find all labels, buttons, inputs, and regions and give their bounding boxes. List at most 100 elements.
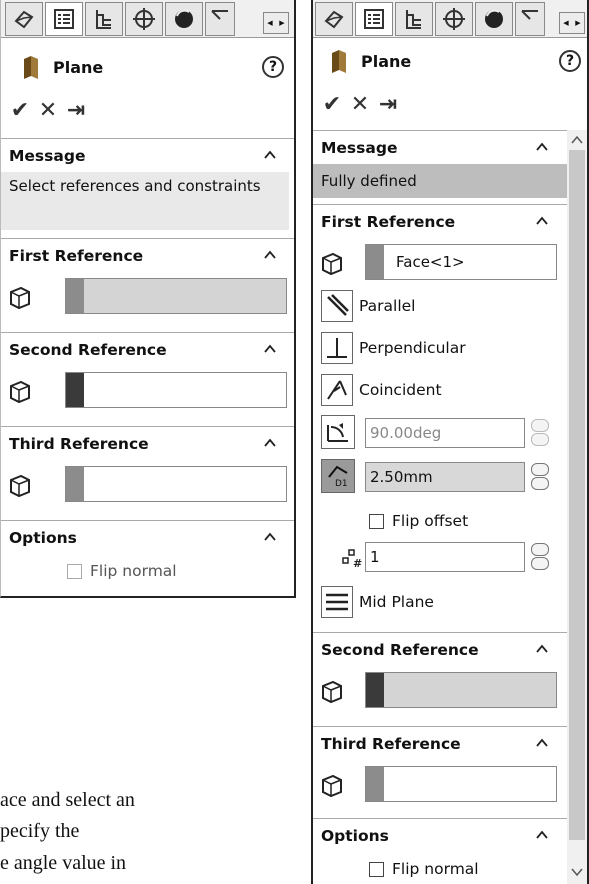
first-reference-label: First Reference: [321, 212, 456, 231]
parallel-option[interactable]: Parallel: [321, 288, 415, 324]
angle-input[interactable]: 90.00deg: [365, 418, 525, 448]
tab-scroll-arrows[interactable]: ◀ ▶: [559, 12, 585, 34]
angle-icon[interactable]: [321, 415, 355, 449]
second-reference-selection-box[interactable]: [65, 372, 287, 408]
tab-cam-manager[interactable]: [515, 2, 545, 36]
scroll-left-icon[interactable]: ◀: [560, 13, 572, 33]
mid-plane-option[interactable]: Mid Plane: [321, 584, 434, 620]
scroll-left-icon[interactable]: ◀: [264, 13, 276, 33]
collapse-chevron-icon[interactable]: [263, 530, 277, 544]
flip-offset-checkbox-row[interactable]: Flip offset: [369, 512, 468, 530]
options-header-label: Options: [9, 528, 77, 547]
first-reference-selection-box[interactable]: Face<1>: [365, 244, 557, 280]
second-reference-label: Second Reference: [321, 640, 479, 659]
flip-normal-checkbox-row[interactable]: Flip normal: [369, 860, 479, 878]
second-reference-header[interactable]: Second Reference: [313, 632, 567, 666]
collapse-chevron-icon[interactable]: [535, 736, 549, 750]
spin-down-icon[interactable]: [531, 433, 549, 446]
third-reference-row: [1, 464, 294, 504]
mid-plane-icon[interactable]: [321, 586, 353, 618]
vertical-scrollbar[interactable]: [567, 130, 587, 884]
options-section-header[interactable]: Options: [1, 520, 294, 554]
spin-down-icon[interactable]: [531, 557, 549, 570]
tab-dimxpert-manager[interactable]: [435, 2, 473, 36]
flip-offset-checkbox[interactable]: [369, 513, 384, 529]
angle-spinner[interactable]: [531, 418, 551, 448]
first-reference-header[interactable]: First Reference: [313, 204, 567, 238]
scroll-right-icon[interactable]: ▶: [276, 13, 288, 33]
ok-button[interactable]: ✔: [9, 100, 31, 122]
options-section-header[interactable]: Options: [313, 818, 567, 852]
manager-tabs: ◀ ▶: [313, 0, 587, 38]
perpendicular-option[interactable]: Perpendicular: [321, 330, 466, 366]
flip-normal-checkbox[interactable]: [369, 861, 384, 877]
ok-button[interactable]: ✔: [321, 94, 343, 116]
collapse-chevron-icon[interactable]: [535, 642, 549, 656]
coincident-option[interactable]: Coincident: [321, 372, 442, 408]
collapse-chevron-icon[interactable]: [535, 140, 549, 154]
manager-tabs: ◀ ▶: [1, 0, 294, 38]
tab-property-manager[interactable]: [45, 2, 83, 36]
second-reference-selection-box[interactable]: [365, 672, 557, 708]
angle-option: [321, 414, 361, 450]
face-select-icon: [322, 680, 342, 704]
number-of-planes-spinner[interactable]: [531, 542, 551, 572]
spin-up-icon[interactable]: [531, 543, 549, 556]
cancel-button[interactable]: ✕: [349, 94, 371, 116]
message-section-header[interactable]: Message: [313, 130, 567, 164]
offset-distance-input[interactable]: 2.50mm: [365, 462, 525, 492]
parallel-icon[interactable]: [321, 290, 353, 322]
scroll-down-icon[interactable]: [570, 866, 584, 878]
third-reference-header[interactable]: Third Reference: [313, 726, 567, 760]
tab-dimxpert-manager[interactable]: [125, 2, 163, 36]
plane-icon: [24, 56, 38, 79]
selection-color-swatch: [66, 467, 84, 501]
help-button[interactable]: ?: [559, 50, 581, 72]
offset-distance-icon[interactable]: D1: [321, 459, 355, 493]
help-button[interactable]: ?: [262, 56, 284, 78]
selection-color-swatch: [366, 673, 384, 707]
collapse-chevron-icon[interactable]: [535, 828, 549, 842]
plane-property-manager-initial: ◀ ▶ Plane ? ✔ ✕ ⇥ Message Select referenc…: [0, 0, 296, 598]
spin-up-icon[interactable]: [531, 419, 549, 432]
tab-feature-manager[interactable]: [315, 2, 353, 36]
collapse-chevron-icon[interactable]: [263, 248, 277, 262]
coincident-icon[interactable]: [321, 374, 353, 406]
scroll-right-icon[interactable]: ▶: [572, 13, 584, 33]
first-reference-header[interactable]: First Reference: [1, 238, 294, 272]
first-reference-selection-box[interactable]: [65, 278, 287, 314]
feature-tree-icon: [14, 10, 34, 29]
scrollbar-thumb[interactable]: [569, 150, 585, 840]
tab-scroll-arrows[interactable]: ◀ ▶: [263, 12, 289, 34]
message-text: Fully defined: [313, 164, 567, 198]
third-reference-selection-box[interactable]: [65, 466, 287, 502]
collapse-chevron-icon[interactable]: [263, 342, 277, 356]
collapse-chevron-icon[interactable]: [263, 436, 277, 450]
tab-cam-manager[interactable]: [205, 2, 235, 36]
second-reference-header[interactable]: Second Reference: [1, 332, 294, 366]
flip-normal-checkbox[interactable]: [67, 563, 82, 579]
third-reference-selection-box[interactable]: [365, 766, 557, 802]
tab-configuration-manager[interactable]: [85, 2, 123, 36]
collapse-chevron-icon[interactable]: [263, 148, 277, 162]
tab-feature-manager[interactable]: [5, 2, 43, 36]
tab-display-manager[interactable]: [165, 2, 203, 36]
pin-button[interactable]: ⇥: [65, 100, 87, 122]
flip-normal-checkbox-row[interactable]: Flip normal: [67, 562, 177, 580]
tab-configuration-manager[interactable]: [395, 2, 433, 36]
collapse-chevron-icon[interactable]: [535, 214, 549, 228]
tab-property-manager[interactable]: [355, 2, 393, 36]
message-section-header[interactable]: Message: [1, 138, 294, 172]
svg-text:D1: D1: [335, 479, 348, 489]
tab-display-manager[interactable]: [475, 2, 513, 36]
perpendicular-icon[interactable]: [321, 332, 353, 364]
cancel-button[interactable]: ✕: [37, 100, 59, 122]
flip-normal-label: Flip normal: [90, 562, 177, 580]
number-of-planes-input[interactable]: 1: [365, 542, 525, 572]
third-reference-header[interactable]: Third Reference: [1, 426, 294, 460]
spin-down-icon[interactable]: [531, 477, 549, 490]
pin-button[interactable]: ⇥: [377, 94, 399, 116]
offset-spinner[interactable]: [531, 462, 551, 492]
spin-up-icon[interactable]: [531, 463, 549, 476]
scroll-up-icon[interactable]: [570, 134, 584, 146]
